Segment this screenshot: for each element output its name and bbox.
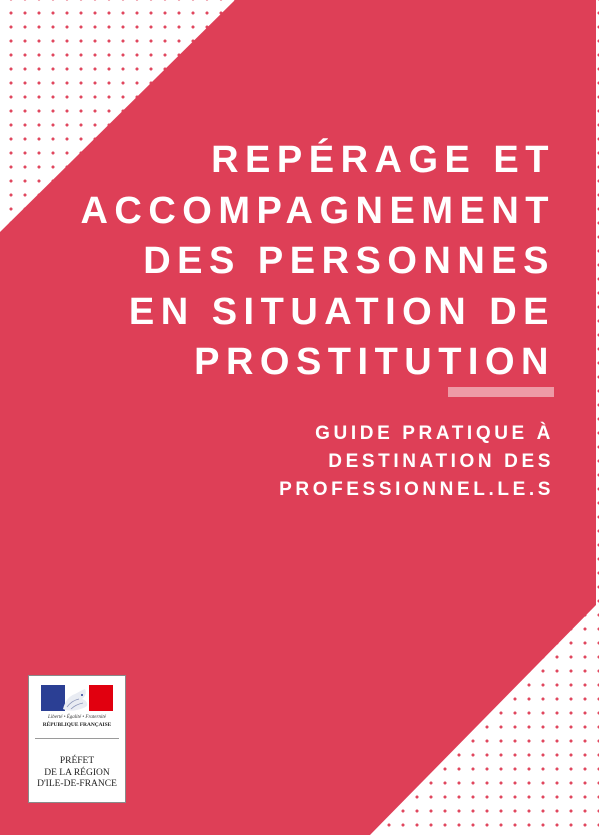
prefect-line: DE LA RÉGION — [44, 767, 110, 778]
marianne-flag-icon — [41, 685, 113, 711]
subtitle-line: DESTINATION DES — [328, 451, 554, 472]
title-line: ACCOMPAGNEMENT — [80, 189, 555, 232]
republic-motto: Liberté • Égalité • Fraternité — [48, 715, 106, 720]
prefect-label: PRÉFET DE LA RÉGION D'ILE-DE-FRANCE — [31, 756, 123, 791]
prefect-line: PRÉFET — [59, 756, 95, 766]
logo-divider — [35, 738, 119, 739]
document-subtitle: GUIDE PRATIQUE À DESTINATION DES PROFESS… — [134, 420, 554, 504]
title-line: EN SITUATION DE — [128, 290, 555, 333]
title-separator-bar — [448, 387, 554, 397]
prefecture-logo: Liberté • Égalité • Fraternité RÉPUBLIQU… — [28, 675, 126, 803]
document-title: REPÉRAGE ET ACCOMPAGNEMENT DES PERSONNES… — [15, 135, 555, 388]
prefect-line: D'ILE-DE-FRANCE — [37, 779, 117, 789]
republic-name: RÉPUBLIQUE FRANÇAISE — [42, 722, 112, 728]
subtitle-line: GUIDE PRATIQUE À — [315, 423, 554, 444]
cover-page: REPÉRAGE ET ACCOMPAGNEMENT DES PERSONNES… — [0, 0, 599, 835]
title-line: REPÉRAGE ET — [211, 139, 555, 181]
subtitle-line: PROFESSIONNEL.LE.S — [279, 479, 554, 500]
title-line: PROSTITUTION — [194, 341, 555, 383]
title-line: DES PERSONNES — [143, 240, 555, 282]
